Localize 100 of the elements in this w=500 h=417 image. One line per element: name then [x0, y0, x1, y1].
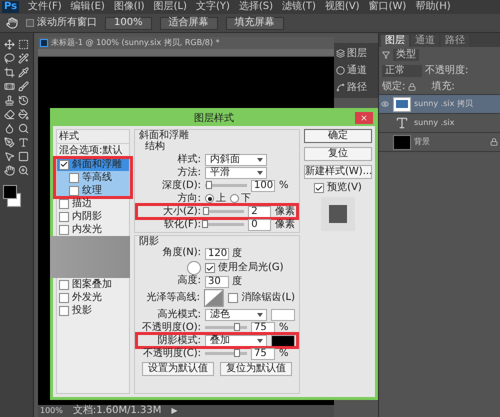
stamp-icon[interactable]: [4, 95, 15, 106]
bucket-icon[interactable]: [18, 109, 30, 120]
checkbox[interactable]: [59, 280, 69, 290]
filter-dropdown[interactable]: 类型: [393, 49, 419, 61]
dropdown[interactable]: 内斜面: [205, 154, 267, 166]
type-icon[interactable]: [18, 137, 30, 148]
checkbox[interactable]: [205, 263, 215, 273]
value-field[interactable]: 30: [205, 276, 229, 288]
checkbox[interactable]: [59, 292, 69, 302]
zoom-level[interactable]: 100%: [40, 407, 63, 415]
menu-item[interactable]: 帮助(H): [415, 2, 451, 12]
menu-item[interactable]: 编辑(E): [70, 2, 105, 12]
value-field[interactable]: 2: [248, 206, 271, 218]
dropdown[interactable]: 平滑: [205, 166, 267, 178]
slider-track[interactable]: [205, 184, 247, 187]
eyedropper-icon[interactable]: [18, 67, 30, 78]
toolbar-button[interactable]: 100%: [105, 16, 152, 30]
value-field[interactable]: 120: [205, 248, 229, 260]
checkbox[interactable]: [59, 212, 69, 222]
slider-thumb[interactable]: [206, 181, 212, 189]
toolbar-button[interactable]: 填充屏幕: [226, 16, 284, 30]
menu-item[interactable]: 窗口(W): [368, 2, 406, 12]
style-item[interactable]: 内阴影: [57, 210, 129, 223]
eraser-icon[interactable]: [4, 109, 15, 120]
lock-icon[interactable]: [408, 82, 416, 90]
droplet-icon[interactable]: [4, 123, 15, 134]
style-item[interactable]: 斜面和浮雕: [57, 158, 129, 171]
panel-tab[interactable]: 路径: [441, 35, 469, 47]
hand-icon[interactable]: [6, 17, 18, 29]
style-item[interactable]: 纹理: [57, 184, 129, 197]
slider-thumb[interactable]: [202, 220, 208, 228]
dialog-button[interactable]: 复位为默认值: [220, 362, 292, 376]
dialog-button[interactable]: 确定: [304, 129, 372, 143]
panel-button[interactable]: 通道: [347, 66, 367, 76]
style-item[interactable]: 等高线: [57, 171, 129, 184]
panel-button[interactable]: 路径: [347, 82, 367, 92]
toolbar-button[interactable]: 适合屏幕: [160, 16, 218, 30]
dialog-button[interactable]: 设置为默认值: [142, 362, 214, 376]
list-header[interactable]: 混合选项:默认: [57, 144, 129, 158]
pen-icon[interactable]: [4, 137, 15, 148]
value-field[interactable]: 75: [251, 322, 275, 334]
checkbox[interactable]: [59, 198, 69, 208]
crop-icon[interactable]: [4, 67, 15, 78]
history-brush-icon[interactable]: [18, 95, 30, 106]
marquee-icon[interactable]: [18, 39, 30, 50]
slider-track[interactable]: [205, 326, 247, 329]
slider-track[interactable]: [205, 223, 244, 226]
radio-button[interactable]: [230, 194, 239, 203]
style-item[interactable]: 投影: [57, 304, 129, 317]
checkbox[interactable]: [314, 183, 324, 193]
checkbox[interactable]: [69, 186, 79, 196]
slider-track[interactable]: [205, 210, 244, 213]
slider-thumb[interactable]: [234, 349, 240, 357]
hand-icon[interactable]: [4, 165, 15, 176]
color-swatch[interactable]: [271, 334, 295, 346]
value-field[interactable]: 0: [248, 218, 271, 230]
style-item[interactable]: 外发光: [57, 291, 129, 304]
dialog-button[interactable]: 复位: [304, 147, 372, 161]
panel-tab[interactable]: 通道: [411, 35, 439, 47]
blend-mode-dropdown[interactable]: 正常: [382, 65, 422, 77]
checkbox[interactable]: [59, 306, 69, 316]
menu-item[interactable]: 图像(I): [114, 2, 145, 12]
zoom-icon[interactable]: [18, 165, 30, 176]
value-field[interactable]: 75: [251, 348, 275, 360]
slider-thumb[interactable]: [202, 207, 209, 215]
brush-icon[interactable]: [18, 81, 30, 92]
contour-thumbnail[interactable]: [204, 289, 224, 307]
list-header[interactable]: 样式: [57, 130, 129, 144]
wand-icon[interactable]: [18, 53, 30, 64]
slider-thumb[interactable]: [234, 323, 240, 331]
checkbox[interactable]: [59, 224, 69, 234]
checkbox[interactable]: [69, 172, 79, 182]
channels-icon[interactable]: [336, 66, 345, 75]
rectangle-icon[interactable]: [18, 151, 30, 162]
slider-track[interactable]: [205, 352, 247, 355]
move-icon[interactable]: [4, 39, 15, 50]
menu-item[interactable]: 图层(L): [154, 2, 187, 12]
menu-item[interactable]: 文件(F): [28, 2, 62, 12]
dialog-button[interactable]: 新建样式(W)...: [304, 165, 372, 179]
radio-button[interactable]: [205, 194, 214, 203]
layer-row[interactable]: 背景: [379, 133, 500, 152]
menu-item[interactable]: 滤镜(T): [282, 2, 316, 12]
value-field[interactable]: 100: [251, 180, 275, 192]
layers-icon[interactable]: [336, 49, 345, 58]
search-icon[interactable]: [18, 123, 30, 134]
status-arrow[interactable]: ▶: [171, 407, 178, 415]
lasso-icon[interactable]: [4, 53, 15, 64]
panel-tab[interactable]: 图层: [381, 35, 409, 47]
menu-item[interactable]: 选择(S): [238, 2, 274, 12]
layer-row[interactable]: sunny .six: [379, 114, 500, 133]
style-item[interactable]: 图案叠加: [57, 278, 129, 291]
style-item[interactable]: 内发光: [57, 223, 129, 236]
menu-item[interactable]: 视图(V): [324, 2, 360, 12]
bandage-icon[interactable]: [4, 81, 15, 92]
pointer-icon[interactable]: [4, 151, 15, 162]
panel-button[interactable]: 图层: [347, 48, 367, 58]
menu-item[interactable]: 文字(Y): [196, 2, 230, 12]
dropdown[interactable]: 叠加: [205, 334, 267, 346]
dropdown[interactable]: 滤色: [205, 308, 267, 320]
checkbox[interactable]: [59, 160, 69, 170]
